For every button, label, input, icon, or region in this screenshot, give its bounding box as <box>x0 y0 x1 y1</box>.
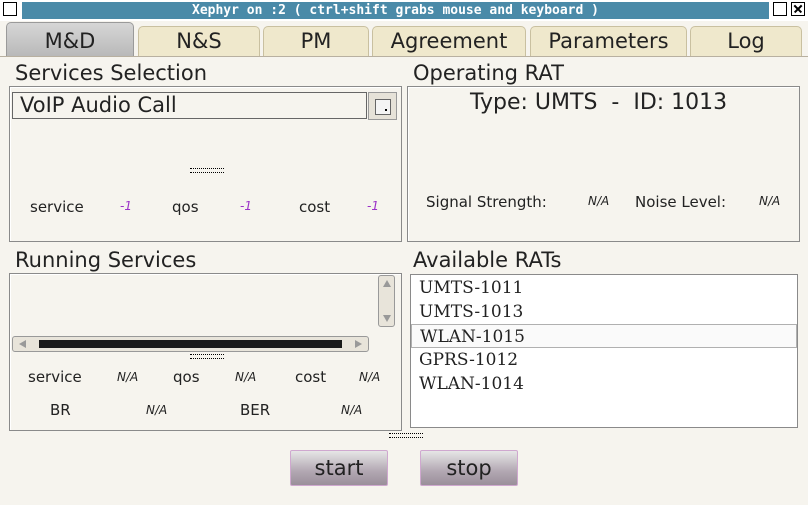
list-item[interactable]: GPRS-1012 <box>411 348 797 372</box>
dropdown-icon <box>375 99 391 115</box>
scroll-down-icon[interactable] <box>383 315 391 322</box>
list-item[interactable]: UMTS-1011 <box>411 276 797 300</box>
noise-level-label: Noise Level: <box>635 193 727 211</box>
tab-parameters[interactable]: Parameters <box>530 26 687 56</box>
stop-button[interactable]: stop <box>420 450 518 486</box>
available-rats-title: Available RATs <box>413 248 562 272</box>
tab-bar: M&D N&S PM Agreement Parameters Log <box>0 21 808 57</box>
running-services-hscroll[interactable] <box>12 336 369 352</box>
tab-agreement[interactable]: Agreement <box>372 26 526 56</box>
list-item[interactable]: UMTS-1013 <box>411 300 797 324</box>
running-services-title: Running Services <box>15 248 197 272</box>
service-select[interactable]: VoIP Audio Call <box>12 92 367 119</box>
running-qos-value: N/A <box>235 370 257 384</box>
list-item-selected[interactable]: WLAN-1015 <box>411 324 797 348</box>
operating-rat-type: Type: UMTS - ID: 1013 <box>470 90 728 115</box>
services-selection-title: Services Selection <box>15 61 208 85</box>
br-value: N/A <box>146 403 168 417</box>
scroll-right-icon[interactable] <box>355 340 362 348</box>
service-select-dropdown-button[interactable] <box>368 92 397 120</box>
signal-strength-label: Signal Strength: <box>426 193 547 211</box>
list-item[interactable]: WLAN-1014 <box>411 372 797 396</box>
scroll-up-icon[interactable] <box>383 280 391 287</box>
noise-level-value: N/A <box>759 194 781 208</box>
tab-ns[interactable]: N&S <box>138 26 260 56</box>
running-service-label: service <box>28 368 82 386</box>
resize-handle-3[interactable] <box>389 433 423 438</box>
hscroll-thumb[interactable] <box>39 340 342 348</box>
running-cost-value: N/A <box>359 370 381 384</box>
running-qos-label: qos <box>173 368 200 386</box>
tab-pm[interactable]: PM <box>263 26 369 56</box>
qos-value: -1 <box>240 199 252 213</box>
ber-value: N/A <box>341 403 363 417</box>
cost-value: -1 <box>367 199 379 213</box>
start-button[interactable]: start <box>290 450 388 486</box>
tab-md[interactable]: M&D <box>6 22 134 57</box>
cost-label: cost <box>299 198 331 216</box>
running-services-vscroll[interactable] <box>378 275 395 327</box>
minimize-button[interactable] <box>773 2 787 16</box>
available-rats-list[interactable]: UMTS-1011 UMTS-1013 WLAN-1015 GPRS-1012 … <box>410 274 798 428</box>
window-title: Xephyr on :2 ( ctrl+shift grabs mouse an… <box>192 3 599 18</box>
close-button[interactable] <box>791 2 805 16</box>
operating-rat-title: Operating RAT <box>413 61 564 85</box>
resize-handle[interactable] <box>190 168 224 173</box>
ber-label: BER <box>240 401 271 419</box>
running-cost-label: cost <box>295 368 327 386</box>
service-label: service <box>30 198 84 216</box>
scroll-left-icon[interactable] <box>19 340 26 348</box>
tab-log[interactable]: Log <box>690 26 802 56</box>
tab-divider <box>0 56 808 57</box>
resize-handle-2[interactable] <box>190 354 224 359</box>
qos-label: qos <box>172 198 199 216</box>
running-service-value: N/A <box>117 370 139 384</box>
service-value: -1 <box>120 199 132 213</box>
signal-strength-value: N/A <box>588 194 610 208</box>
window-titlebar: Xephyr on :2 ( ctrl+shift grabs mouse an… <box>0 0 808 22</box>
br-label: BR <box>50 401 71 419</box>
window-menu-button[interactable] <box>3 2 17 16</box>
